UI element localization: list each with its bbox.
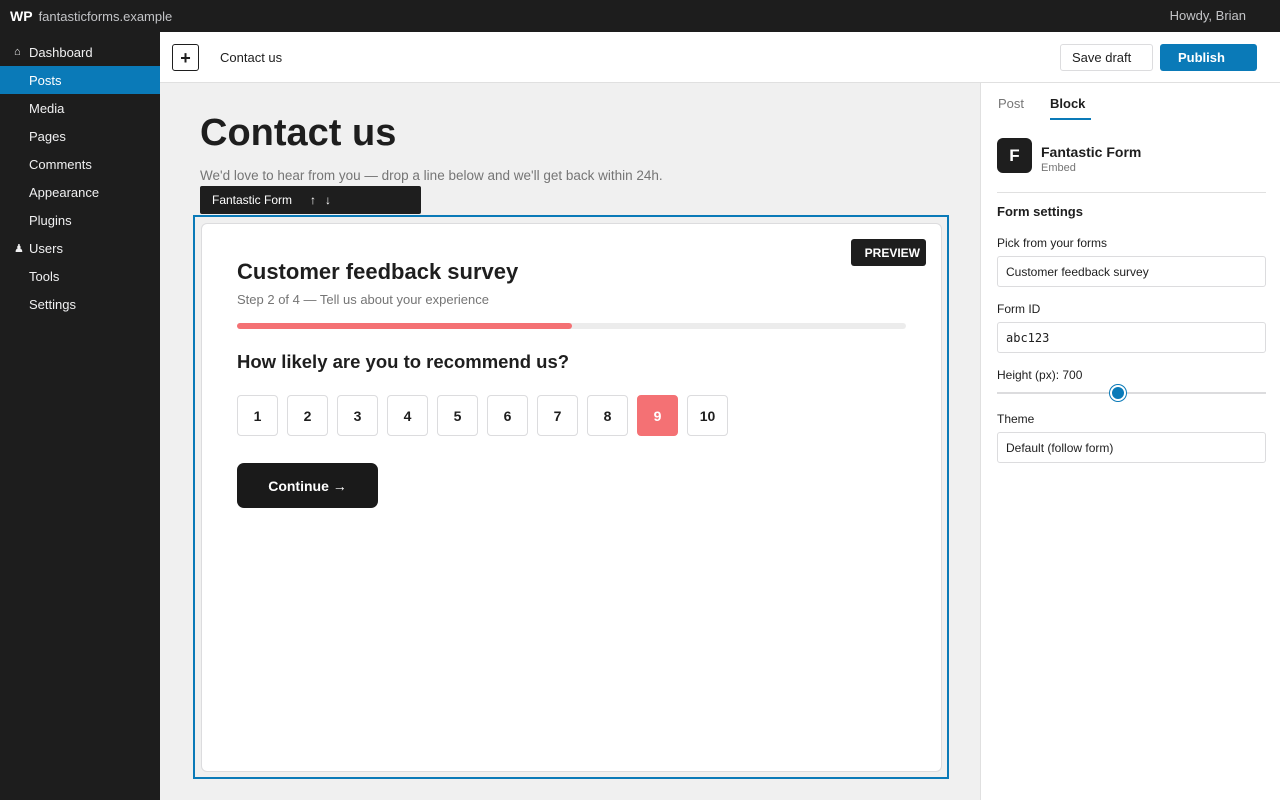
admin-bar: WP fantasticforms.example Howdy, Brian [0, 0, 1280, 32]
sidebar-item-tools[interactable]: Tools [0, 262, 160, 290]
sidebar-item-pages[interactable]: Pages [0, 122, 160, 150]
sidebar-item-settings[interactable]: Settings [0, 290, 160, 318]
sidebar-item-label: Pages [29, 128, 66, 144]
form-select-value: Customer feedback survey [1006, 264, 1149, 279]
height-slider-thumb[interactable] [1110, 385, 1127, 401]
divider [997, 192, 1266, 193]
preview-badge: PREVIEW [851, 239, 926, 266]
settings-sidebar: Post Block F Fantastic Form Embed Form s… [980, 83, 1280, 800]
continue-button[interactable]: Continue → [237, 463, 378, 508]
block-type-label[interactable]: Fantastic Form [212, 193, 292, 207]
form-preview-card: PREVIEW Customer feedback survey Step 2 … [201, 223, 942, 772]
block-inserter-button[interactable]: + [172, 44, 199, 71]
rating-option-7[interactable]: 7 [537, 395, 578, 436]
sidebar-item-label: Media [29, 100, 65, 116]
sidebar-item-label: Dashboard [29, 44, 93, 60]
site-name-link[interactable]: fantasticforms.example [39, 9, 173, 24]
user-icon: ♟ [14, 242, 24, 255]
move-down-icon[interactable]: ↓ [325, 193, 331, 207]
form-settings-panel-title[interactable]: Form settings [997, 204, 1083, 219]
sidebar-item-plugins[interactable]: Plugins [0, 206, 160, 234]
rating-option-4[interactable]: 4 [387, 395, 428, 436]
sidebar-item-users[interactable]: ♟ Users [0, 234, 160, 262]
post-title[interactable]: Contact us [200, 112, 396, 155]
sidebar-item-comments[interactable]: Comments [0, 150, 160, 178]
rating-option-5[interactable]: 5 [437, 395, 478, 436]
block-card-subtitle: Embed [1041, 162, 1076, 174]
form-select[interactable]: Customer feedback survey [997, 256, 1266, 287]
intro-paragraph[interactable]: We'd love to hear from you — drop a line… [200, 168, 663, 183]
wp-logo[interactable]: WP [10, 8, 33, 24]
sidebar-item-label: Users [29, 240, 63, 256]
admin-menu: ⌂ Dashboard Posts Media Pages Comments Appeara… [0, 32, 160, 800]
active-tab-indicator [1050, 118, 1091, 120]
sidebar-item-label: Posts [29, 72, 62, 88]
rating-option-9[interactable]: 9 [637, 395, 678, 436]
survey-step-text: Step 2 of 4 — Tell us about your experie… [237, 292, 489, 307]
sidebar-item-dashboard[interactable]: ⌂ Dashboard [0, 38, 160, 66]
form-id-input[interactable]: abc123 [997, 322, 1266, 353]
save-draft-button[interactable]: Save draft [1060, 44, 1153, 71]
fantastic-form-icon: F [997, 138, 1032, 173]
rating-option-8[interactable]: 8 [587, 395, 628, 436]
question-text: How likely are you to recommend us? [237, 351, 570, 372]
sidebar-item-appearance[interactable]: Appearance [0, 178, 160, 206]
sidebar-item-label: Tools [29, 268, 60, 284]
sidebar-item-posts[interactable]: Posts [0, 66, 160, 94]
rating-option-6[interactable]: 6 [487, 395, 528, 436]
theme-label: Theme [997, 412, 1035, 426]
document-title[interactable]: Contact us [220, 50, 282, 65]
sidebar-item-media[interactable]: Media [0, 94, 160, 122]
theme-select[interactable]: Default (follow form) [997, 432, 1266, 463]
editor-canvas: Contact us We'd love to hear from you — … [160, 83, 980, 800]
tab-block[interactable]: Block [1050, 96, 1085, 111]
rating-option-10[interactable]: 10 [687, 395, 728, 436]
rating-option-3[interactable]: 3 [337, 395, 378, 436]
block-card-title: Fantastic Form [1041, 144, 1142, 160]
block-toolbar: Fantastic Form ↑ ↓ [200, 186, 421, 214]
user-greeting[interactable]: Howdy, Brian [1170, 8, 1246, 23]
height-label: Height (px): 700 [997, 368, 1083, 382]
height-slider-track[interactable] [997, 392, 1266, 394]
progress-bar [237, 323, 906, 329]
home-icon: ⌂ [14, 46, 21, 58]
rating-option-1[interactable]: 1 [237, 395, 278, 436]
sidebar-item-label: Settings [29, 296, 76, 312]
sidebar-item-label: Appearance [29, 184, 100, 200]
sidebar-item-label: Plugins [29, 212, 72, 228]
move-up-icon[interactable]: ↑ [310, 193, 316, 207]
progress-fill [237, 323, 572, 329]
publish-button[interactable]: Publish [1160, 44, 1257, 71]
survey-title: Customer feedback survey [237, 259, 519, 284]
form-id-label: Form ID [997, 302, 1041, 316]
editor-header: + Contact us Save draft Publish [160, 32, 1280, 83]
sidebar-item-label: Comments [29, 156, 92, 172]
rating-scale: 1 2 3 4 5 6 7 8 9 10 [237, 395, 737, 436]
rating-option-2[interactable]: 2 [287, 395, 328, 436]
selected-block-frame[interactable]: PREVIEW Customer feedback survey Step 2 … [193, 215, 949, 779]
tab-post[interactable]: Post [998, 96, 1024, 111]
pick-form-label: Pick from your forms [997, 236, 1108, 250]
